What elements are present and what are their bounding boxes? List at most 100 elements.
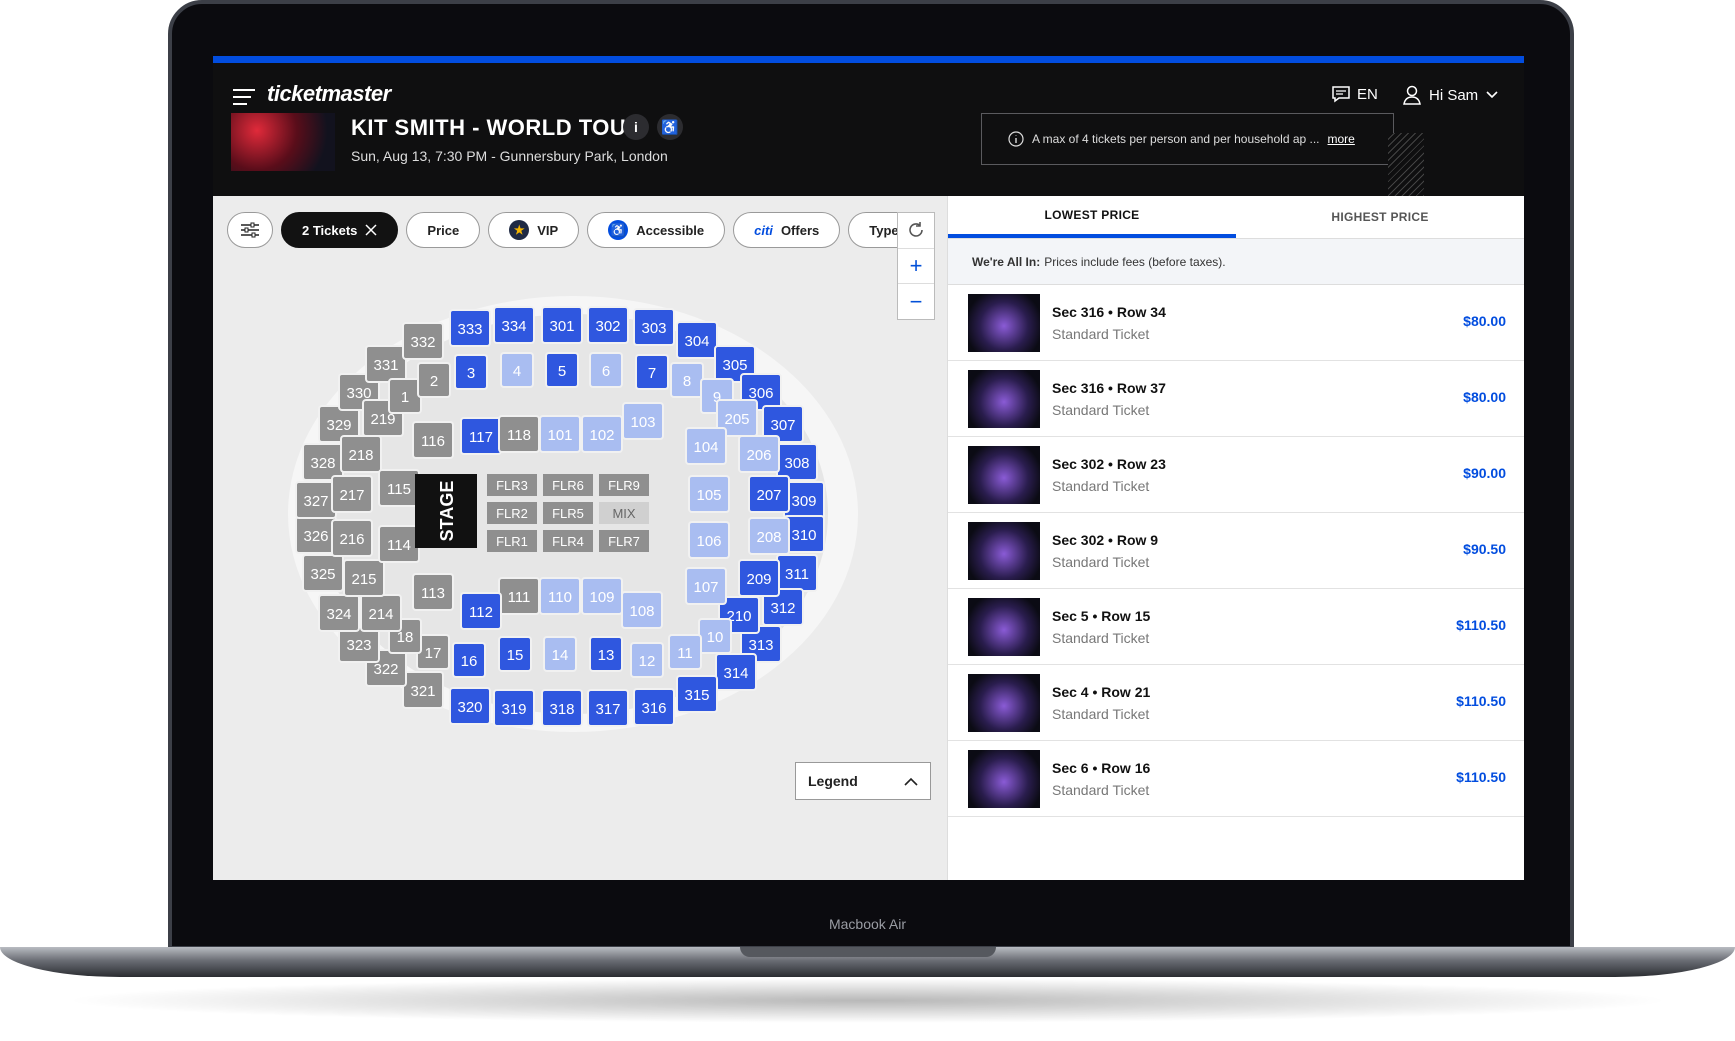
section-1[interactable]: 1 [388, 378, 422, 414]
section-328[interactable]: 328 [302, 443, 344, 481]
vip-filter-chip[interactable]: ★ VIP [488, 212, 580, 248]
offers-filter-chip[interactable]: citi Offers [733, 212, 841, 248]
section-101[interactable]: 101 [539, 415, 581, 453]
section-111[interactable]: 111 [498, 577, 540, 615]
brand-logo[interactable]: ticketmaster [267, 81, 391, 107]
section-13[interactable]: 13 [589, 636, 623, 672]
section-217[interactable]: 217 [331, 475, 373, 513]
section-301[interactable]: 301 [541, 306, 583, 344]
section-10[interactable]: 10 [698, 618, 732, 654]
section-302[interactable]: 302 [587, 306, 629, 344]
section-113[interactable]: 113 [412, 573, 454, 611]
user-menu[interactable]: Hi Sam [1403, 85, 1498, 105]
section-15[interactable]: 15 [498, 636, 532, 672]
section-104[interactable]: 104 [685, 427, 727, 465]
section-118[interactable]: 118 [498, 415, 540, 453]
section-14[interactable]: 14 [543, 636, 577, 672]
section-304[interactable]: 304 [676, 321, 718, 359]
section-315[interactable]: 315 [676, 675, 718, 713]
section-208[interactable]: 208 [748, 517, 790, 555]
section-105[interactable]: 105 [688, 475, 730, 513]
section-209[interactable]: 209 [738, 559, 780, 597]
ticket-row[interactable]: Sec 5 • Row 15 Standard Ticket $110.50 [948, 589, 1524, 665]
section-333[interactable]: 333 [449, 309, 491, 347]
floor-flr6[interactable]: FLR6 [543, 474, 593, 496]
section-5[interactable]: 5 [545, 352, 579, 388]
tab-lowest-price[interactable]: LOWEST PRICE [948, 196, 1236, 238]
section-320[interactable]: 320 [449, 687, 491, 725]
section-116[interactable]: 116 [412, 421, 454, 459]
section-311[interactable]: 311 [776, 554, 818, 592]
zoom-out-icon[interactable]: − [898, 284, 934, 319]
section-8[interactable]: 8 [670, 362, 704, 398]
zoom-in-icon[interactable]: + [898, 249, 934, 285]
venue-seat-map[interactable]: 333 334 301 302 3033043053063073083093103113… [273, 266, 873, 766]
section-115[interactable]: 115 [378, 469, 420, 507]
section-106[interactable]: 106 [688, 521, 730, 559]
floor-flr1[interactable]: FLR1 [487, 530, 537, 552]
section-317[interactable]: 317 [587, 689, 629, 727]
section-206[interactable]: 206 [738, 435, 780, 473]
section-7[interactable]: 7 [635, 354, 669, 390]
language-selector[interactable]: EN [1331, 85, 1378, 103]
price-filter-chip[interactable]: Price [406, 212, 481, 248]
section-331[interactable]: 331 [365, 345, 407, 383]
section-11[interactable]: 11 [668, 634, 702, 670]
filter-settings-button[interactable] [227, 212, 273, 248]
tab-highest-price[interactable]: HIGHEST PRICE [1236, 196, 1524, 238]
section-107[interactable]: 107 [685, 567, 727, 605]
section-108[interactable]: 108 [621, 591, 663, 629]
section-214[interactable]: 214 [360, 594, 402, 632]
section-314[interactable]: 314 [715, 653, 757, 691]
floor-flr5[interactable]: FLR5 [543, 502, 593, 524]
reset-icon[interactable] [898, 213, 934, 249]
ticket-row[interactable]: Sec 6 • Row 16 Standard Ticket $110.50 [948, 741, 1524, 817]
hamburger-menu-icon[interactable] [233, 89, 255, 105]
section-114[interactable]: 114 [378, 525, 420, 563]
ticket-row[interactable]: Sec 4 • Row 21 Standard Ticket $110.50 [948, 665, 1524, 741]
section-4[interactable]: 4 [500, 352, 534, 388]
section-218[interactable]: 218 [340, 435, 382, 473]
notice-more-link[interactable]: more [1328, 132, 1355, 146]
section-6[interactable]: 6 [589, 352, 623, 388]
section-112[interactable]: 112 [460, 592, 502, 630]
section-324[interactable]: 324 [318, 594, 360, 632]
section-326[interactable]: 326 [295, 516, 337, 554]
floor-flr9[interactable]: FLR9 [599, 474, 649, 496]
section-215[interactable]: 215 [343, 559, 385, 597]
section-308[interactable]: 308 [776, 443, 818, 481]
section-117[interactable]: 117 [460, 417, 502, 455]
section-2[interactable]: 2 [417, 362, 451, 398]
section-303[interactable]: 303 [633, 308, 675, 346]
info-icon[interactable]: i [623, 114, 649, 140]
section-12[interactable]: 12 [630, 642, 664, 678]
section-103[interactable]: 103 [622, 402, 664, 440]
section-102[interactable]: 102 [581, 415, 623, 453]
floor-flr3[interactable]: FLR3 [487, 474, 537, 496]
section-325[interactable]: 325 [302, 554, 344, 592]
section-332[interactable]: 332 [402, 322, 444, 360]
section-109[interactable]: 109 [581, 577, 623, 615]
floor-flr2[interactable]: FLR2 [487, 502, 537, 524]
section-316[interactable]: 316 [633, 688, 675, 726]
accessible-filter-chip[interactable]: ♿ Accessible [587, 212, 726, 248]
section-321[interactable]: 321 [402, 671, 444, 709]
ticket-row[interactable]: Sec 302 • Row 9 Standard Ticket $90.50 [948, 513, 1524, 589]
close-icon[interactable] [365, 224, 377, 236]
section-327[interactable]: 327 [295, 481, 337, 519]
tickets-filter-chip[interactable]: 2 Tickets [281, 212, 399, 248]
section-318[interactable]: 318 [541, 689, 583, 727]
section-319[interactable]: 319 [493, 689, 535, 727]
section-334[interactable]: 334 [493, 306, 535, 344]
section-3[interactable]: 3 [454, 354, 488, 390]
section-216[interactable]: 216 [331, 519, 373, 557]
section-110[interactable]: 110 [539, 577, 581, 615]
ticket-row[interactable]: Sec 316 • Row 37 Standard Ticket $80.00 [948, 361, 1524, 437]
floor-flr7[interactable]: FLR7 [599, 530, 649, 552]
ticket-row[interactable]: Sec 302 • Row 23 Standard Ticket $90.00 [948, 437, 1524, 513]
legend-toggle[interactable]: Legend [795, 762, 931, 800]
accessibility-icon[interactable]: ♿ [657, 114, 683, 140]
section-207[interactable]: 207 [748, 475, 790, 513]
ticket-row[interactable]: Sec 316 • Row 34 Standard Ticket $80.00 [948, 285, 1524, 361]
floor-flr4[interactable]: FLR4 [543, 530, 593, 552]
